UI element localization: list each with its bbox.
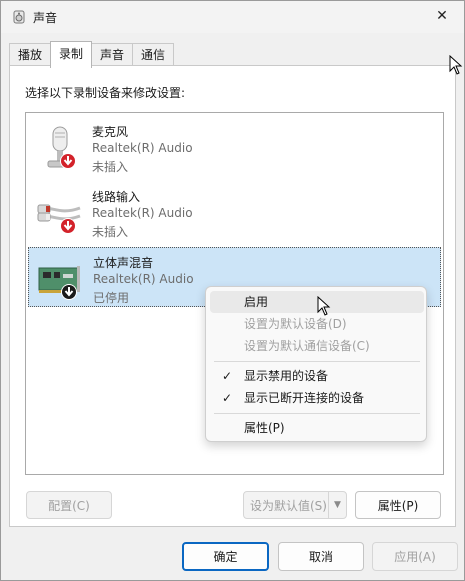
tab-sounds[interactable]: 声音	[91, 43, 134, 67]
menu-item-label: 属性(P)	[244, 421, 285, 435]
apply-button[interactable]: 应用(A)	[372, 542, 458, 571]
device-item-line-in[interactable]: 线路输入 Realtek(R) Audio 未插入	[28, 182, 441, 242]
tab-playback[interactable]: 播放	[9, 43, 52, 67]
properties-button[interactable]: 属性(P)	[355, 491, 441, 519]
tab-strip: 播放 录制 声音 通信	[9, 41, 175, 68]
speaker-app-icon	[13, 10, 25, 24]
menu-item-properties[interactable]: 属性(P)	[210, 417, 424, 439]
configure-button[interactable]: 配置(C)	[26, 491, 112, 519]
line-in-cable-icon	[37, 204, 81, 234]
tab-communications[interactable]: 通信	[132, 43, 175, 67]
device-status: 未插入	[92, 225, 129, 239]
menu-item-label: 显示已断开连接的设备	[244, 391, 365, 405]
device-item-microphone[interactable]: 麦克风 Realtek(R) Audio 未插入	[28, 117, 441, 177]
device-driver: Realtek(R) Audio	[92, 206, 193, 220]
close-button[interactable]: ✕	[420, 1, 464, 31]
window-title: 声音	[33, 11, 58, 25]
microphone-icon	[47, 126, 76, 169]
menu-item-show-disconnected[interactable]: ✓ 显示已断开连接的设备	[210, 387, 424, 409]
menu-separator	[214, 413, 420, 414]
menu-item-set-default-device[interactable]: 设置为默认设备(D)	[210, 313, 424, 335]
device-status: 未插入	[92, 160, 129, 174]
mouse-pointer-icon	[449, 55, 463, 75]
device-driver: Realtek(R) Audio	[92, 141, 193, 155]
device-name: 立体声混音	[93, 256, 154, 270]
mouse-pointer-icon	[317, 296, 331, 316]
device-name: 麦克风	[92, 125, 129, 139]
dropdown-arrow-icon[interactable]: ▼	[328, 492, 346, 518]
menu-separator	[214, 361, 420, 362]
sound-card-icon	[38, 266, 80, 300]
close-icon: ✕	[436, 8, 448, 24]
menu-item-show-disabled[interactable]: ✓ 显示禁用的设备	[210, 365, 424, 387]
device-driver: Realtek(R) Audio	[93, 272, 194, 286]
menu-item-set-default-comm-device[interactable]: 设置为默认通信设备(C)	[210, 335, 424, 357]
device-status: 已停用	[93, 291, 130, 305]
ok-button[interactable]: 确定	[182, 542, 269, 571]
cancel-button[interactable]: 取消	[278, 542, 364, 571]
context-menu: 启用 设置为默认设备(D) 设置为默认通信设备(C) ✓ 显示禁用的设备 ✓ 显…	[205, 286, 427, 442]
menu-item-label: 启用	[244, 295, 269, 309]
menu-item-label: 设置为默认设备(D)	[244, 317, 347, 331]
menu-item-label: 显示禁用的设备	[244, 369, 329, 383]
panel-prompt: 选择以下录制设备来修改设置:	[25, 86, 186, 100]
device-name: 线路输入	[92, 190, 141, 204]
menu-item-label: 设置为默认通信设备(C)	[244, 339, 370, 353]
sound-dialog: 声音 ✕ 播放 录制 声音 通信 选择以下录制设备来修改设置: 麦克风 Real…	[0, 0, 465, 581]
tab-recording[interactable]: 录制	[50, 41, 93, 68]
checkmark-icon: ✓	[222, 369, 233, 383]
set-default-split-button[interactable]: 设为默认值(S) ▼	[243, 491, 347, 519]
checkmark-icon: ✓	[222, 391, 233, 405]
title-bar[interactable]: 声音 ✕	[1, 1, 464, 33]
set-default-button-label: 设为默认值(S)	[250, 498, 327, 513]
